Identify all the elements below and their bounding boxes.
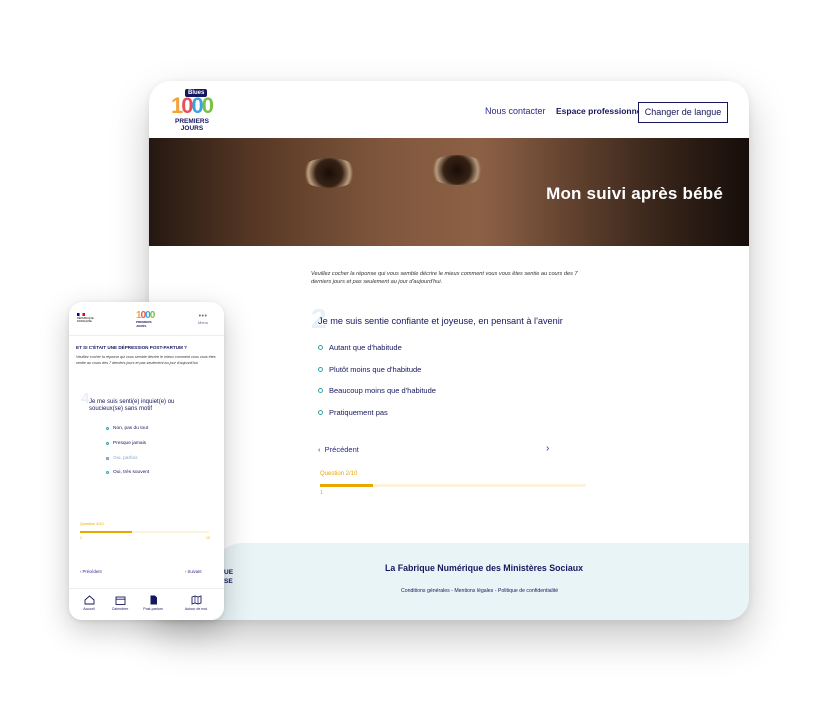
- chevron-right-icon: ›: [546, 443, 550, 454]
- mobile-mockup: RÉPUBLIQUE FRANÇAISE 1000 PREMIERS JOURS…: [69, 302, 224, 620]
- radio-button[interactable]: [318, 367, 323, 372]
- quiz-intro: Veuillez cocher la réponse qui vous semb…: [76, 355, 216, 365]
- question-text: Je me suis senti(e) inquiet(e) ou soucie…: [89, 399, 175, 412]
- radio-button[interactable]: [106, 442, 109, 445]
- app-logo[interactable]: 1000 PREMIERS JOURS: [136, 310, 158, 332]
- radio-button[interactable]: [318, 410, 323, 415]
- quiz-heading: ET SI C'ÉTAIT UNE DÉPRESSION POST-PARTUM…: [76, 345, 187, 350]
- progress-bar: [320, 484, 586, 487]
- progress-bar-fill: [80, 531, 132, 533]
- site-logo[interactable]: Blues 1000 PREMIERS JOURS: [169, 89, 215, 135]
- nav-pro-link[interactable]: Espace professionnel: [556, 106, 644, 116]
- footer-links[interactable]: Conditions générales - Mentions légales …: [401, 588, 558, 594]
- previous-button[interactable]: ‹ Précédent: [80, 569, 102, 574]
- answer-option-selected[interactable]: Oui, parfois: [106, 456, 138, 461]
- answer-option[interactable]: Autant que d'habitude: [318, 343, 402, 352]
- progress-bar-fill: [320, 484, 374, 487]
- logo-words: PREMIERS JOURS: [175, 118, 209, 132]
- logo-number: 1000: [171, 93, 214, 118]
- answer-option[interactable]: Pratiquement pas: [318, 408, 388, 417]
- change-language-button[interactable]: Changer de langue: [638, 102, 728, 123]
- footer-peek-text: UE SE: [224, 567, 242, 603]
- document-icon: [150, 595, 157, 605]
- tab-autour-de-moi[interactable]: Autour de moi: [175, 595, 217, 611]
- progress-start: 1: [80, 536, 82, 540]
- progress-label: Question 2/10: [320, 471, 358, 477]
- next-button[interactable]: ›: [546, 443, 549, 454]
- answer-option[interactable]: Beaucoup moins que d'habitude: [318, 386, 436, 395]
- divider: [69, 335, 224, 336]
- answer-option[interactable]: Plutôt moins que d'habitude: [318, 365, 421, 374]
- answer-option[interactable]: Non, pas du tout: [106, 426, 148, 431]
- chevron-left-icon: ‹: [318, 445, 321, 454]
- quiz-intro: Veuillez cocher la réponse qui vous semb…: [311, 271, 578, 285]
- answer-option[interactable]: Presque jamais: [106, 441, 146, 446]
- flag-icon: [77, 313, 85, 316]
- home-icon: [84, 595, 94, 605]
- footer-title: La Fabrique Numérique des Ministères Soc…: [385, 563, 583, 573]
- gov-logo: RÉPUBLIQUE FRANÇAISE: [77, 313, 97, 323]
- hero-title: Mon suivi après bébé: [546, 184, 723, 203]
- progress-start: 1: [320, 490, 324, 496]
- tab-post-partum[interactable]: Post-partum: [135, 595, 171, 611]
- progress-label: Question 4/10: [80, 522, 104, 526]
- site-header: Blues 1000 PREMIERS JOURS Nous contacter…: [149, 81, 749, 138]
- progress-bar: [80, 531, 209, 533]
- question-text: Je me suis sentie confiante et joyeuse, …: [318, 316, 563, 326]
- menu-button[interactable]: ••• Menu: [198, 313, 208, 325]
- progress-end: 10: [206, 536, 210, 540]
- radio-button[interactable]: [106, 427, 109, 430]
- tab-calendrier[interactable]: Calendrier: [102, 595, 138, 611]
- radio-button[interactable]: [106, 471, 109, 474]
- site-footer: La Fabrique Numérique des Ministères Soc…: [211, 543, 749, 620]
- bottom-tab-bar: Accueil Calendrier Post-partum Autour de…: [69, 588, 224, 620]
- calendar-icon: [115, 596, 125, 605]
- hero-banner: Mon suivi après bébé: [149, 138, 749, 246]
- map-icon: [191, 595, 201, 605]
- radio-button[interactable]: [318, 388, 323, 393]
- previous-button[interactable]: ‹ Précédent: [318, 445, 359, 454]
- next-button[interactable]: › Suivant: [185, 569, 202, 574]
- desktop-mockup: Blues 1000 PREMIERS JOURS Nous contacter…: [149, 81, 749, 620]
- answer-option[interactable]: Oui, très souvent: [106, 470, 149, 475]
- radio-button[interactable]: [318, 345, 323, 350]
- radio-button[interactable]: [106, 457, 109, 460]
- nav-contact-link[interactable]: Nous contacter: [485, 106, 546, 116]
